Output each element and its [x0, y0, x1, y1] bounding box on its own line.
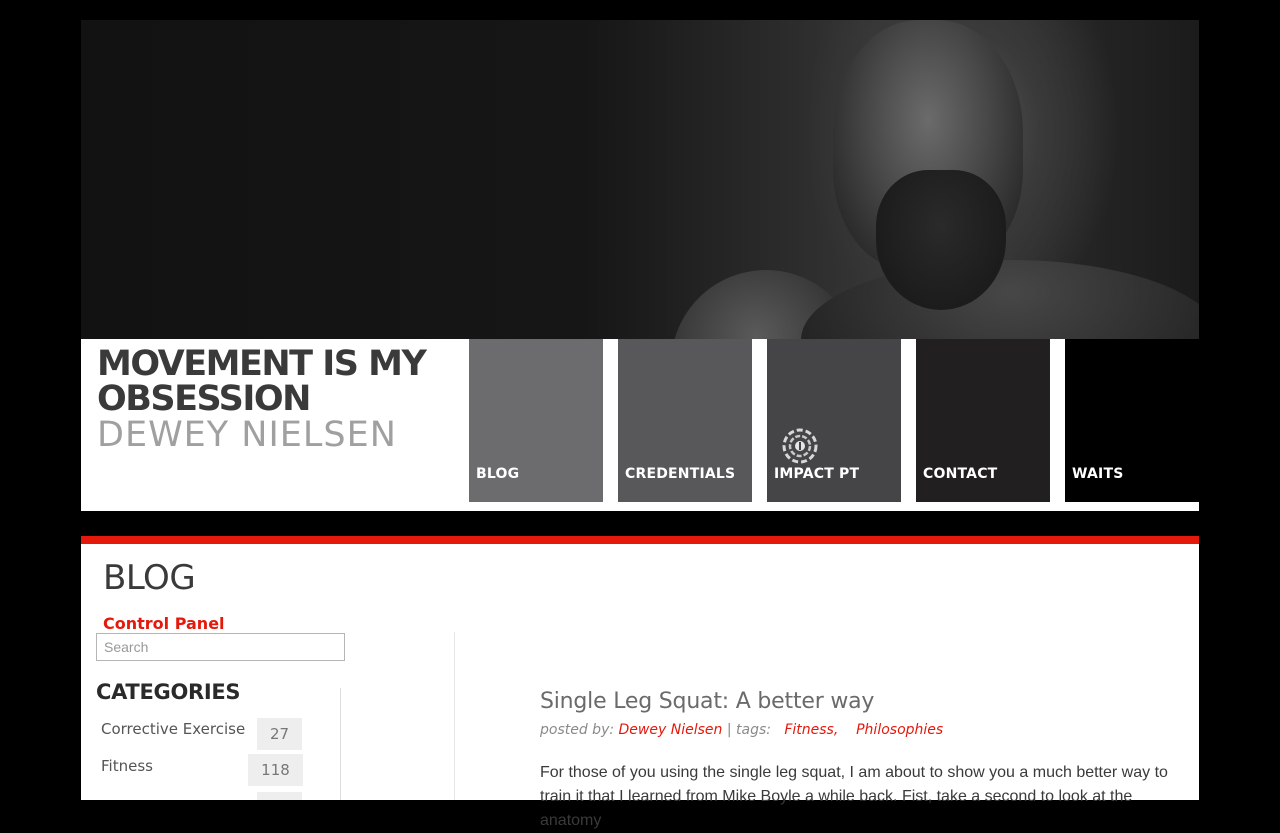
sidebar-divider — [340, 688, 341, 800]
portrait-beard — [876, 170, 1006, 310]
site-title[interactable]: MOVEMENT IS MY OBSESSION — [97, 347, 457, 417]
nav-label-impact-pt: IMPACT PT — [774, 466, 860, 482]
category-count-badge: 27 — [257, 718, 302, 750]
categories-heading: CATEGORIES — [96, 680, 241, 704]
category-count-badge-partial — [257, 792, 302, 800]
page-title: BLOG — [103, 558, 196, 598]
category-link-corrective-exercise[interactable]: Corrective Exercise — [101, 720, 245, 738]
posted-by-label: posted by: — [540, 722, 615, 738]
nav-label-blog: BLOG — [476, 466, 520, 482]
accent-divider — [81, 536, 1199, 544]
post-title-link[interactable]: Single Leg Squat: A better way — [540, 689, 874, 714]
nav-tile-blog[interactable]: BLOG — [469, 339, 603, 502]
main-nav: BLOG CREDENTIALS IMPACT PT CONTACT WAITS — [469, 339, 1199, 502]
nav-tile-impact-pt[interactable]: IMPACT PT — [767, 339, 901, 502]
nav-label-credentials: CREDENTIALS — [625, 466, 736, 482]
nav-tile-waits[interactable]: WAITS — [1065, 339, 1199, 502]
tags-label: | tags: — [726, 722, 771, 738]
search-input[interactable] — [96, 633, 345, 661]
author-link[interactable]: Dewey Nielsen — [619, 722, 723, 738]
post-excerpt: For those of you using the single leg sq… — [540, 764, 1168, 829]
site-subtitle: DEWEY NIELSEN — [97, 415, 397, 455]
main-content: BLOG Control Panel CATEGORIES Corrective… — [81, 544, 1199, 829]
control-panel-link[interactable]: Control Panel — [103, 614, 225, 633]
nav-tile-credentials[interactable]: CREDENTIALS — [618, 339, 752, 502]
nav-label-waits: WAITS — [1072, 466, 1124, 482]
nav-label-contact: CONTACT — [923, 466, 998, 482]
category-link-fitness[interactable]: Fitness — [101, 757, 153, 775]
tag-link-philosophies[interactable]: Philosophies — [856, 722, 943, 738]
post-meta: posted by: Dewey Nielsen | tags: Fitness… — [540, 722, 943, 738]
category-count-badge: 118 — [248, 754, 303, 786]
tag-link-fitness[interactable]: Fitness, — [784, 722, 838, 738]
nav-tile-contact[interactable]: CONTACT — [916, 339, 1050, 502]
site-header: MOVEMENT IS MY OBSESSION DEWEY NIELSEN B… — [81, 339, 1199, 511]
impact-pt-logo-icon — [782, 428, 818, 464]
column-divider — [454, 632, 455, 800]
hero-banner-image — [81, 20, 1199, 339]
